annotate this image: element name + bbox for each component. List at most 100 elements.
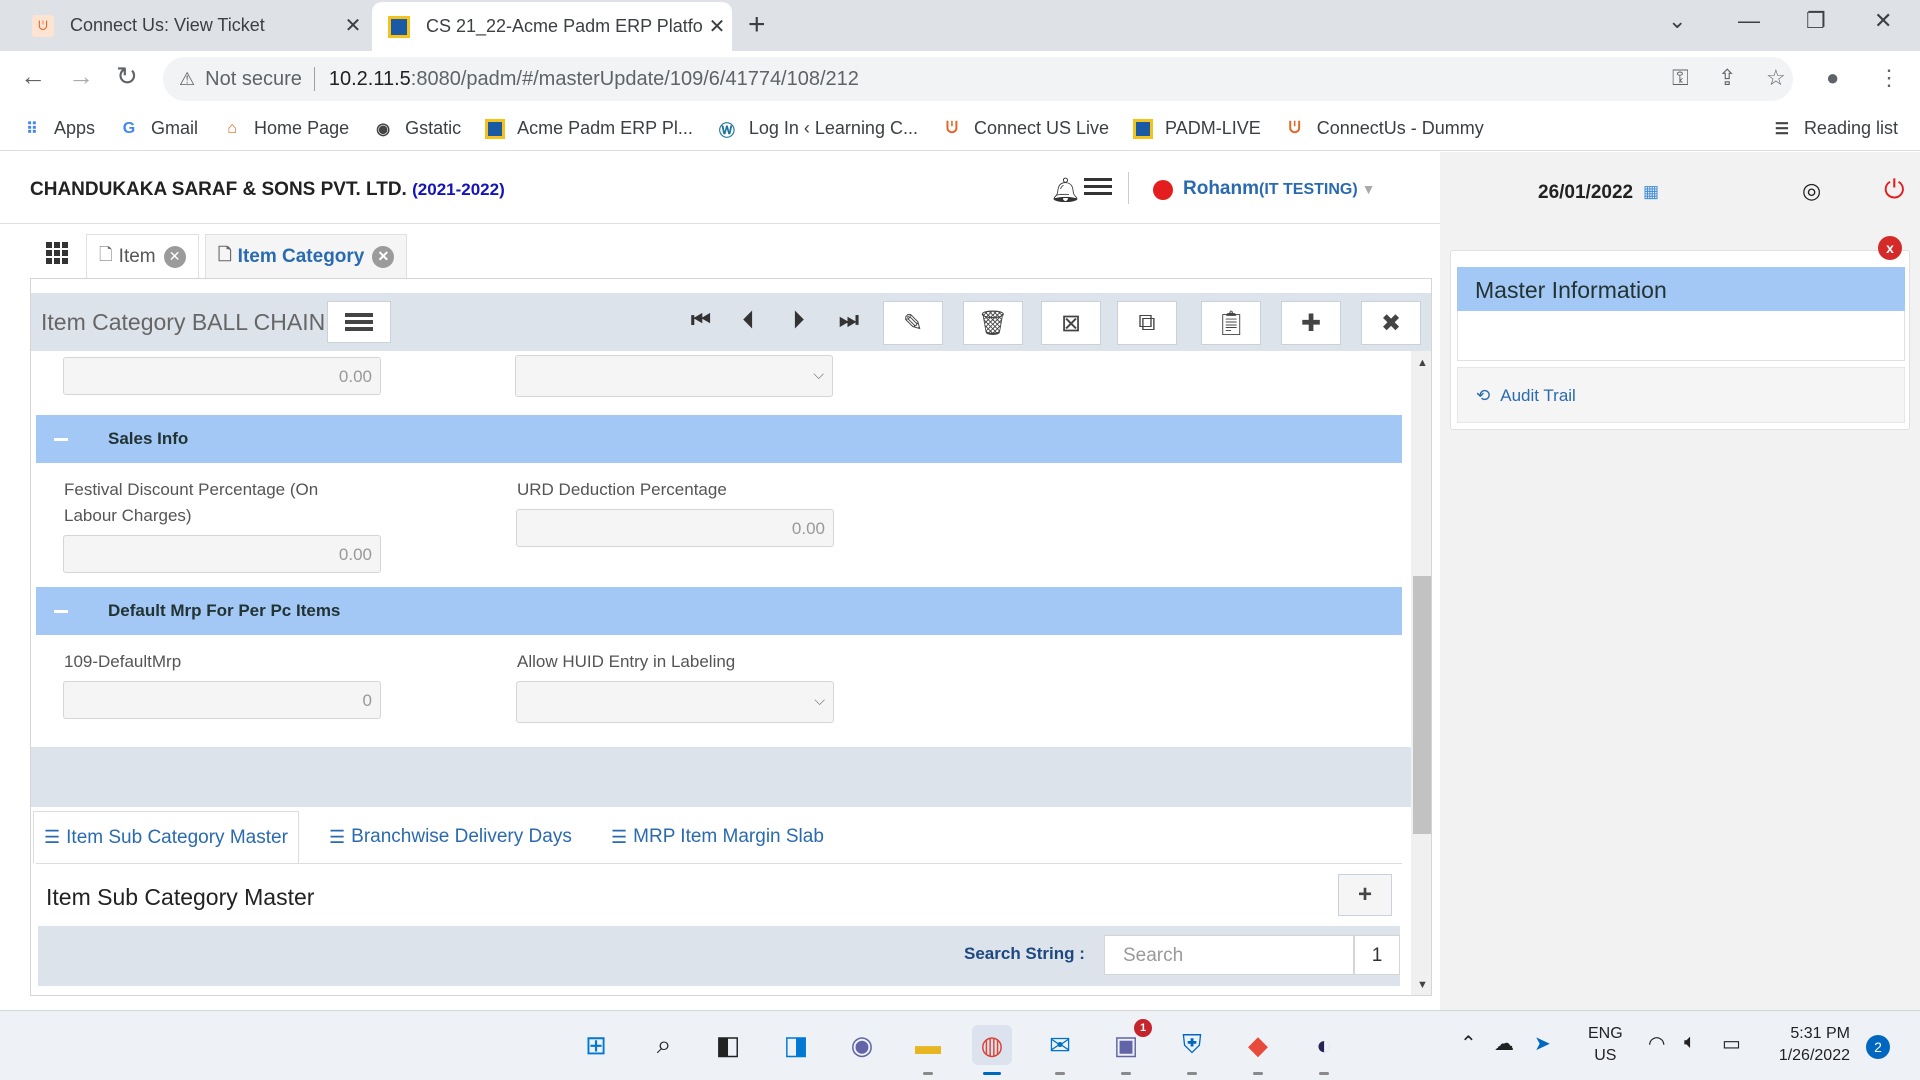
browser-tab-connect-us[interactable]: ᕫ Connect Us: View Ticket ✕: [16, 0, 368, 51]
outlook-icon[interactable]: ✉: [1040, 1025, 1080, 1075]
address-bar[interactable]: ⚠ Not secure 10.2.11.5 :8080/padm/#/mast…: [163, 57, 1793, 101]
key-icon[interactable]: ⚿: [1672, 65, 1689, 91]
bookmark-padm-live[interactable]: PADM-LIVE: [1133, 118, 1261, 139]
notification-badge[interactable]: 2: [1866, 1035, 1890, 1059]
delete-button[interactable]: 🗑︎: [963, 301, 1023, 345]
app-header: CHANDUKAKA SARAF & SONS PVT. LTD. (2021-…: [0, 152, 1440, 224]
system-clock[interactable]: 5:31 PM 1/26/2022: [1766, 1023, 1850, 1067]
user-menu[interactable]: Rohanm(IT TESTING) ▼: [1183, 178, 1376, 200]
tab-search-chevron-icon[interactable]: ⌄: [1668, 8, 1686, 34]
list-view-button[interactable]: [327, 301, 391, 343]
share-icon[interactable]: ⇪: [1718, 65, 1736, 91]
minimize-icon[interactable]: —: [1738, 8, 1760, 34]
close-form-button[interactable]: ✖: [1361, 301, 1421, 345]
tab-mrp-item-margin-slab[interactable]: ☰ MRP Item Margin Slab: [601, 811, 834, 863]
bookmark-learning[interactable]: Ⓦ Log In ‹ Learning C...: [717, 118, 918, 140]
field-label: Allow HUID Entry in Labeling: [517, 652, 736, 671]
scroll-up-icon[interactable]: ▲: [1417, 357, 1428, 369]
add-button[interactable]: ✚: [1281, 301, 1341, 345]
bookmark-home-page[interactable]: ⌂ Home Page: [222, 118, 349, 139]
last-record-icon[interactable]: ⏭: [839, 307, 859, 333]
chat-icon[interactable]: ◉: [842, 1025, 882, 1065]
form-scrollbar[interactable]: ▲ ▼: [1411, 351, 1431, 995]
apps-grid-icon[interactable]: [46, 242, 68, 264]
bookmark-gmail[interactable]: G Gmail: [119, 118, 198, 139]
new-tab-button[interactable]: +: [748, 8, 766, 42]
anydesk-icon[interactable]: ◆: [1238, 1025, 1278, 1075]
next-record-icon[interactable]: ⏵: [793, 307, 804, 333]
warning-triangle-icon[interactable]: ⚠: [179, 69, 195, 90]
bookmark-connect-us-live[interactable]: ᕫ Connect US Live: [942, 118, 1109, 139]
battery-icon[interactable]: ▭: [1722, 1031, 1741, 1056]
menu-list-icon[interactable]: [1084, 178, 1112, 200]
forward-arrow-icon[interactable]: →: [68, 61, 94, 92]
star-icon[interactable]: ☆: [1766, 65, 1786, 91]
security-shield-icon[interactable]: ⛨: [1172, 1025, 1212, 1075]
window-close-icon[interactable]: ✕: [1874, 8, 1892, 34]
reload-icon[interactable]: ↻: [116, 61, 138, 92]
chevron-up-icon[interactable]: ⌃: [1460, 1031, 1477, 1056]
tab-item[interactable]: 🗋 Item ✕: [86, 234, 199, 278]
language-indicator[interactable]: ENG US: [1588, 1023, 1623, 1067]
search-icon[interactable]: ⌕: [644, 1025, 684, 1065]
copy-button[interactable]: ⧉: [1117, 301, 1177, 345]
eclipse-icon[interactable]: ◐: [1304, 1025, 1344, 1075]
collapse-icon[interactable]: [54, 438, 68, 441]
onedrive-cloud-icon[interactable]: ☁: [1494, 1031, 1514, 1056]
tab-item-sub-category-master[interactable]: ☰ Item Sub Category Master: [33, 811, 299, 863]
add-row-button[interactable]: +: [1338, 874, 1392, 916]
bell-icon[interactable]: 🔔︎: [1050, 176, 1080, 205]
kebab-menu-icon[interactable]: ⋮: [1878, 65, 1900, 91]
close-panel-button[interactable]: x: [1878, 236, 1902, 260]
allow-huid-dropdown[interactable]: ⌵: [516, 681, 834, 723]
wifi-icon[interactable]: ◠: [1648, 1031, 1665, 1056]
calendar-icon[interactable]: ▦: [1643, 182, 1659, 202]
default-mrp-field[interactable]: 0: [63, 681, 381, 719]
search-input[interactable]: Search: [1104, 935, 1354, 975]
section-default-mrp[interactable]: Default Mrp For Per Pc Items: [36, 587, 1402, 635]
scrollbar-thumb[interactable]: [1413, 576, 1431, 834]
bookmark-apps[interactable]: ⠿ Apps: [22, 118, 95, 139]
bookmark-acme-padm[interactable]: Acme Padm ERP Pl...: [485, 118, 693, 139]
volume-icon[interactable]: 🔈︎: [1684, 1031, 1696, 1054]
tab-branchwise-delivery-days[interactable]: ☰ Branchwise Delivery Days: [319, 811, 582, 863]
teams-icon[interactable]: ▣ 1: [1106, 1019, 1152, 1075]
file-explorer-icon[interactable]: ▬: [908, 1025, 948, 1075]
widgets-icon[interactable]: ◨: [776, 1025, 816, 1065]
paste-button[interactable]: 📋︎: [1201, 301, 1261, 345]
profile-avatar-icon[interactable]: ●: [1826, 65, 1839, 91]
close-tab-icon[interactable]: ✕: [372, 245, 395, 268]
trash-icon: 🗑︎: [977, 309, 1009, 337]
urd-deduction-field[interactable]: 0.00: [516, 509, 834, 547]
scroll-down-icon[interactable]: ▼: [1417, 979, 1428, 991]
cancel-document-button[interactable]: ⊠: [1041, 301, 1101, 345]
restore-icon[interactable]: ❐: [1806, 8, 1826, 34]
edit-button[interactable]: ✎: [883, 301, 943, 345]
audit-trail-link[interactable]: ⟲ Audit Trail: [1457, 367, 1905, 423]
url-path: :8080/padm/#/masterUpdate/109/6/41774/10…: [410, 67, 859, 90]
close-icon[interactable]: ✕: [702, 14, 732, 39]
bookmark-connectus-dummy[interactable]: ᕫ ConnectUs - Dummy: [1285, 118, 1484, 139]
browser-tab-padm[interactable]: CS 21_22-Acme Padm ERP Platfo ✕: [372, 2, 732, 51]
reading-list-button[interactable]: ☰ Reading list: [1772, 118, 1898, 139]
task-view-icon[interactable]: ◧: [708, 1025, 748, 1065]
section-sales-info[interactable]: Sales Info: [36, 415, 1402, 463]
festival-discount-field[interactable]: 0.00: [63, 535, 381, 573]
windows-start-icon[interactable]: ⊞: [576, 1025, 616, 1065]
numeric-field[interactable]: 0.00: [63, 357, 381, 395]
chrome-icon[interactable]: ◍: [972, 1025, 1012, 1075]
power-icon[interactable]: ⏻: [1884, 174, 1905, 206]
close-icon[interactable]: ✕: [338, 13, 368, 38]
collapse-icon[interactable]: [54, 610, 68, 613]
bookmark-gstatic[interactable]: ◉ Gstatic: [373, 118, 461, 139]
previous-record-icon[interactable]: ⏴: [743, 307, 754, 333]
back-arrow-icon[interactable]: ←: [20, 61, 46, 92]
dropdown-field[interactable]: ⌵: [515, 355, 833, 397]
close-tab-icon[interactable]: ✕: [163, 245, 186, 268]
eye-slash-icon[interactable]: ◎: [1802, 178, 1821, 204]
location-icon[interactable]: ➤: [1534, 1031, 1551, 1056]
first-record-icon[interactable]: ⏮: [691, 307, 711, 333]
security-status[interactable]: Not secure: [205, 68, 302, 91]
tab-item-category[interactable]: 🗋 Item Category ✕: [205, 234, 408, 278]
form-toolbar: Item Category BALL CHAIN ⏮ ⏴ ⏵ ⏭ ✎ 🗑︎ ⊠ …: [31, 293, 1431, 351]
